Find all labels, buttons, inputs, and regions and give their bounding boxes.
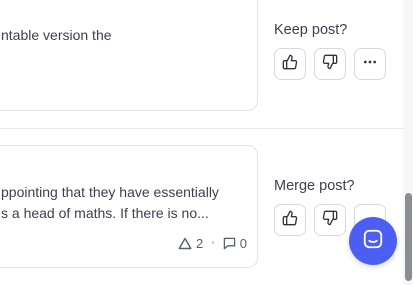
thumbs-up-icon xyxy=(282,54,298,75)
post-card[interactable]: ntable version the xyxy=(0,0,258,111)
chat-icon xyxy=(362,228,384,255)
keep-post-label: Keep post? xyxy=(274,22,348,38)
thumbs-down-button[interactable] xyxy=(314,48,346,80)
comment-icon xyxy=(223,237,236,250)
post-meta: 2 • 0 xyxy=(178,236,247,251)
scrollbar-thumb[interactable] xyxy=(405,193,412,281)
thumbs-down-icon xyxy=(322,210,338,231)
thumbs-up-icon xyxy=(282,210,298,231)
post-snippet-line-2: s a head of maths. If there is no... xyxy=(1,205,209,221)
upvote-icon xyxy=(178,237,192,250)
post-snippet-line-1: ppointing that they have essentially xyxy=(1,184,219,200)
thumbs-up-button[interactable] xyxy=(274,204,306,236)
ellipsis-icon xyxy=(362,54,378,75)
separator-dot: • xyxy=(211,238,215,249)
thumbs-up-button[interactable] xyxy=(274,48,306,80)
upvote-count: 2 xyxy=(196,236,204,251)
thumbs-down-icon xyxy=(322,54,338,75)
merge-post-label: Merge post? xyxy=(274,178,355,194)
thumbs-down-button[interactable] xyxy=(314,204,346,236)
post-snippet: ntable version the xyxy=(1,27,112,43)
more-options-button[interactable] xyxy=(354,48,386,80)
chat-launcher-button[interactable] xyxy=(349,217,397,265)
divider xyxy=(0,128,403,129)
comment-count: 0 xyxy=(239,236,247,251)
